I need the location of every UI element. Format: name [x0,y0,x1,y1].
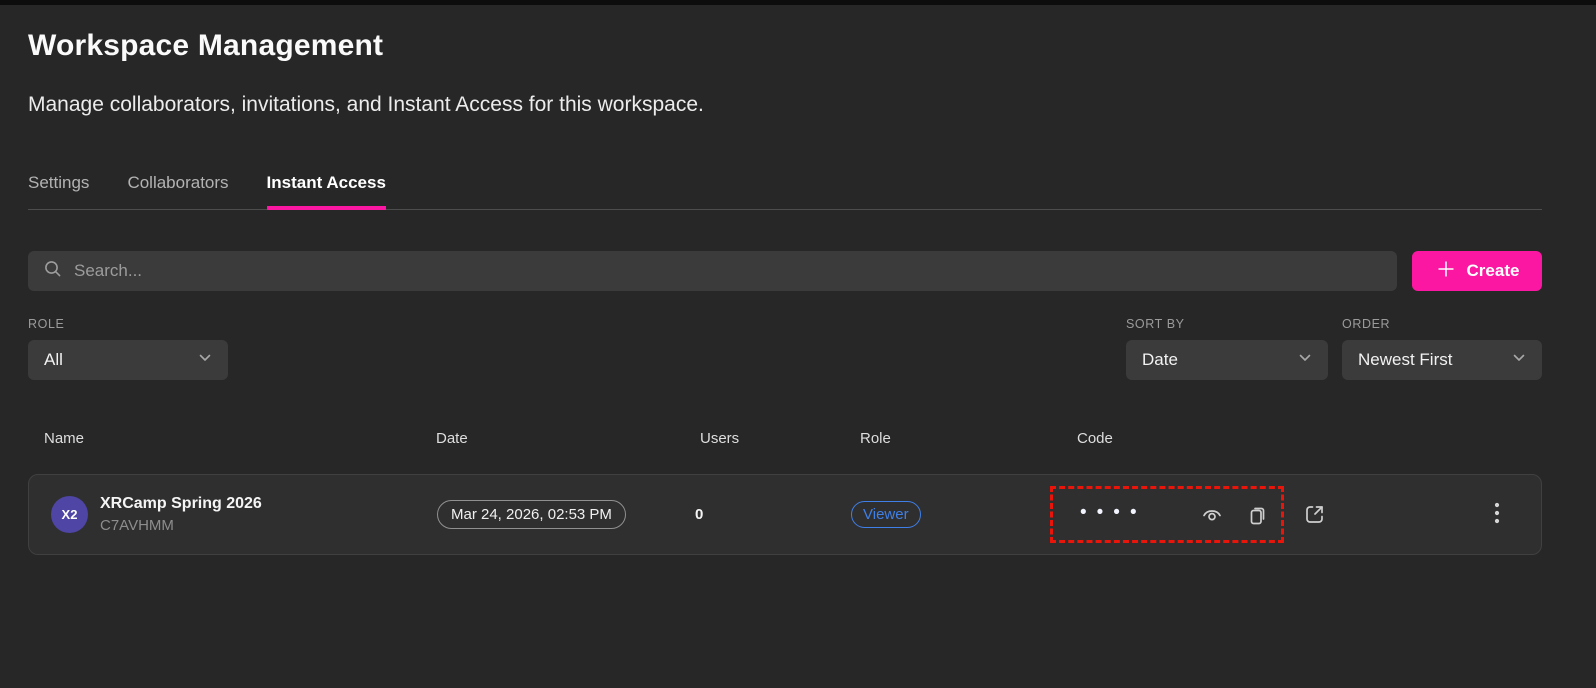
role-filter-select[interactable]: All [28,340,228,380]
search-icon [42,258,64,285]
role-filter-group: ROLE All [28,317,228,380]
create-button-label: Create [1467,261,1520,281]
column-header-role: Role [860,430,1077,447]
row-code-cell: •••• [1078,486,1469,543]
chevron-down-icon [1294,347,1316,374]
role-filter-value: All [44,350,63,370]
column-header-code: Code [1077,430,1470,447]
code-annotation-highlight: •••• [1050,486,1284,543]
chevron-down-icon [1508,347,1530,374]
search-box[interactable] [28,251,1397,291]
column-header-users: Users [700,430,860,447]
row-name-cell: X2 XRCamp Spring 2026 C7AVHMM [45,495,437,534]
sort-by-select[interactable]: Date [1126,340,1328,380]
window-top-edge [0,0,1596,5]
kebab-menu-icon [1493,500,1501,530]
order-filter-group: ORDER Newest First [1342,317,1542,380]
create-button[interactable]: Create [1412,251,1542,291]
column-header-name: Name [44,430,436,447]
name-stack: XRCamp Spring 2026 C7AVHMM [100,495,262,534]
sort-by-filter-label: SORT BY [1126,317,1328,331]
reveal-code-button[interactable] [1199,502,1225,528]
avatar: X2 [51,496,88,533]
row-role-cell: Viewer [861,501,1078,528]
tab-instant-access[interactable]: Instant Access [267,173,386,210]
toolbar: Create [28,251,1542,291]
row-date-cell: Mar 24, 2026, 02:53 PM [437,500,701,529]
tab-settings[interactable]: Settings [28,173,89,210]
date-pill: Mar 24, 2026, 02:53 PM [437,500,626,529]
open-link-button[interactable] [1301,501,1328,528]
sort-by-value: Date [1142,350,1178,370]
row-users-count: 0 [695,506,861,523]
page-subtitle: Manage collaborators, invitations, and I… [28,93,1542,117]
row-code-id: C7AVHMM [100,517,262,534]
filter-bar: ROLE All SORT BY Date [28,317,1542,380]
plus-icon [1435,258,1457,285]
order-select[interactable]: Newest First [1342,340,1542,380]
copy-icon [1245,502,1271,528]
order-filter-label: ORDER [1342,317,1542,331]
table-header: Name Date Users Role Code [28,430,1542,447]
sort-by-filter-group: SORT BY Date [1126,317,1328,380]
order-value: Newest First [1358,350,1452,370]
row-name: XRCamp Spring 2026 [100,495,262,513]
search-input[interactable] [74,261,1383,281]
workspace-management-page: Workspace Management Manage collaborator… [0,29,1596,555]
role-badge: Viewer [851,501,921,528]
copy-code-button[interactable] [1245,502,1271,528]
masked-code: •••• [1080,503,1147,526]
eye-icon [1199,502,1225,528]
tab-collaborators[interactable]: Collaborators [127,173,228,210]
chevron-down-icon [194,347,216,374]
page-title: Workspace Management [28,29,1542,63]
role-filter-label: ROLE [28,317,228,331]
external-link-icon [1301,501,1328,528]
table-row[interactable]: X2 XRCamp Spring 2026 C7AVHMM Mar 24, 20… [28,474,1542,555]
column-header-date: Date [436,430,700,447]
tab-bar: Settings Collaborators Instant Access [28,173,1542,210]
row-menu-button[interactable] [1493,500,1501,530]
